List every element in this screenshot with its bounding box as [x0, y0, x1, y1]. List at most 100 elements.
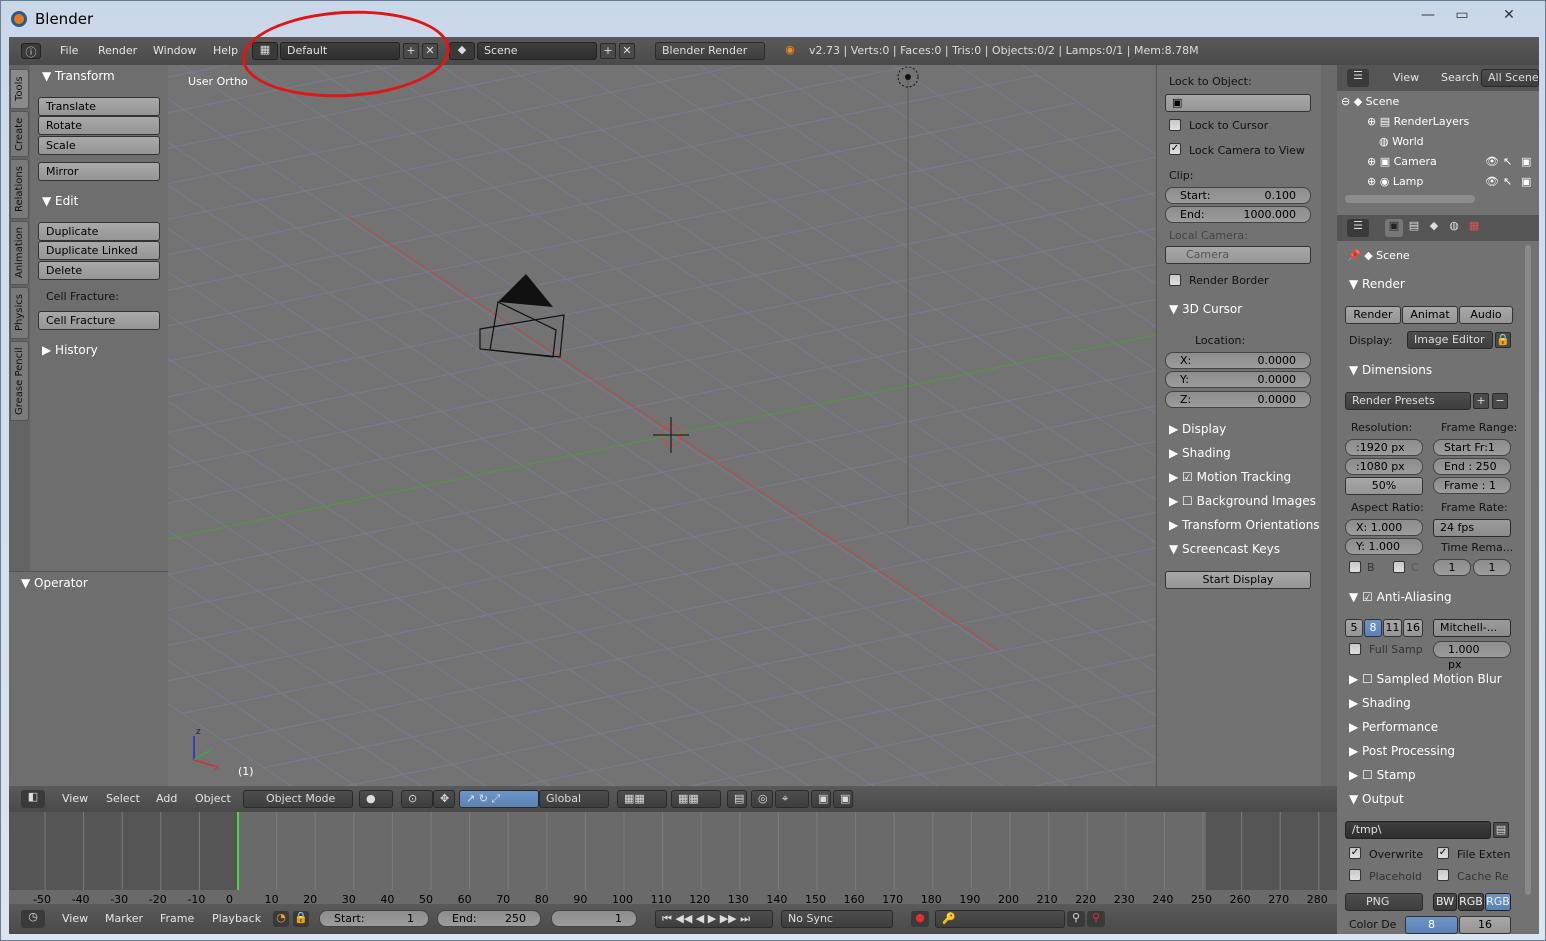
- post-processing-header[interactable]: ▶ Post Processing: [1349, 744, 1455, 758]
- outliner-lamp-row[interactable]: ⊕ ◉ Lamp: [1367, 175, 1423, 188]
- render-animation-icon[interactable]: ▣: [833, 790, 853, 808]
- timeline-menu-view[interactable]: View: [62, 912, 88, 925]
- delete-keyframe-icon[interactable]: ⚲: [1087, 911, 1105, 927]
- display-panel-header[interactable]: ▶ Display: [1169, 422, 1226, 436]
- lock-cursor-checkbox[interactable]: [1169, 119, 1181, 131]
- layers-group-2-icon[interactable]: ▦▦: [671, 790, 721, 808]
- outliner-editor-icon[interactable]: ☰: [1347, 69, 1369, 87]
- time-new-field[interactable]: 1: [1473, 559, 1511, 576]
- shading-props-header[interactable]: ▶ Shading: [1349, 696, 1411, 710]
- color-rgba-button[interactable]: RGB: [1485, 893, 1511, 911]
- maximize-button[interactable]: ▭: [1448, 5, 1476, 25]
- frame-step-field[interactable]: Frame : 1: [1433, 477, 1511, 494]
- timeline-area[interactable]: -50 -40 -30 -20 -10 0 10 20 30 40 50 60 70 80 90 100 110…: [9, 812, 1337, 906]
- scene-field[interactable]: Scene: [477, 42, 597, 60]
- aspect-x-field[interactable]: X: 1.000: [1345, 519, 1423, 536]
- snap-icon[interactable]: ⌖: [775, 790, 809, 808]
- scene-tab-icon[interactable]: ◆: [1425, 219, 1443, 237]
- view3d-menu-select[interactable]: Select: [106, 792, 140, 805]
- history-panel-header[interactable]: ▶ History: [42, 343, 98, 357]
- dimensions-panel-header[interactable]: ▼ Dimensions: [1349, 363, 1432, 377]
- aa-filter-select[interactable]: Mitchell-...: [1433, 619, 1511, 637]
- translate-button[interactable]: Translate: [38, 97, 160, 116]
- aa-samples-8[interactable]: 8: [1364, 619, 1382, 637]
- view3d-editor-icon[interactable]: ◧: [21, 790, 45, 808]
- output-path-field[interactable]: /tmp\: [1345, 821, 1491, 839]
- npanel-scrollbar[interactable]: [1321, 65, 1337, 786]
- outliner-search-menu[interactable]: Search: [1441, 71, 1479, 84]
- menu-window[interactable]: Window: [153, 44, 196, 57]
- edit-panel-header[interactable]: ▼ Edit: [42, 194, 78, 208]
- camera-select-icon[interactable]: ↖: [1503, 155, 1512, 168]
- camera-render-icon[interactable]: ▣: [1521, 155, 1531, 168]
- render-presets-select[interactable]: Render Presets: [1345, 392, 1471, 410]
- editor-type-icon[interactable]: ⓘ: [21, 43, 41, 59]
- scale-button[interactable]: Scale: [38, 136, 160, 155]
- insert-keyframe-icon[interactable]: ⚲: [1067, 911, 1085, 927]
- screencast-keys-header[interactable]: ▼ Screencast Keys: [1169, 542, 1280, 556]
- duplicate-linked-button[interactable]: Duplicate Linked: [38, 241, 160, 260]
- start-display-button[interactable]: Start Display: [1165, 571, 1311, 589]
- rotate-button[interactable]: Rotate: [38, 116, 160, 135]
- operator-panel-header[interactable]: ▼ Operator: [21, 576, 88, 590]
- render-preview-icon[interactable]: ▣: [811, 790, 831, 808]
- timeline-end-field[interactable]: End: 250: [437, 910, 541, 927]
- tab-physics[interactable]: Physics: [10, 287, 29, 339]
- aa-samples-11[interactable]: 11: [1383, 619, 1402, 637]
- start-frame-field[interactable]: Start Fr:1: [1433, 439, 1511, 456]
- outliner-scrollbar[interactable]: [1345, 195, 1475, 203]
- menu-help[interactable]: Help: [213, 44, 238, 57]
- timeline-menu-playback[interactable]: Playback: [212, 912, 261, 925]
- performance-header[interactable]: ▶ Performance: [1349, 720, 1438, 734]
- tab-tools[interactable]: Tools: [10, 69, 29, 109]
- preset-add-icon[interactable]: +: [1473, 393, 1489, 409]
- render-image-button[interactable]: Render: [1345, 306, 1401, 324]
- frame-rate-select[interactable]: 24 fps: [1433, 519, 1511, 537]
- render-audio-button[interactable]: Audio: [1459, 306, 1513, 324]
- mode-select[interactable]: Object Mode: [243, 790, 353, 808]
- proportional-edit-icon[interactable]: ◎: [751, 790, 773, 808]
- texture-tab-icon[interactable]: ▦: [1465, 219, 1483, 237]
- outliner-camera-row[interactable]: ⊕ ▣ Camera: [1367, 155, 1437, 168]
- menu-render[interactable]: Render: [98, 44, 137, 57]
- filter-size-field[interactable]: 1.000 px: [1433, 641, 1511, 671]
- motion-blur-header[interactable]: ▶ ☐ Sampled Motion Blur: [1349, 672, 1502, 686]
- timeline-editor-icon[interactable]: ◷: [21, 910, 45, 928]
- timeline-start-field[interactable]: Start: 1: [319, 910, 429, 927]
- placeholders-checkbox[interactable]: [1349, 869, 1361, 881]
- keying-set-field[interactable]: 🔑: [935, 910, 1065, 928]
- shading-panel-header[interactable]: ▶ Shading: [1169, 446, 1231, 460]
- color-depth-8-button[interactable]: 8: [1405, 916, 1458, 934]
- resolution-x-field[interactable]: :1920 px: [1345, 439, 1423, 456]
- 3d-cursor-icon[interactable]: [653, 417, 689, 453]
- output-header[interactable]: ▼ Output: [1349, 792, 1404, 806]
- output-browse-icon[interactable]: ▤: [1493, 822, 1509, 838]
- playback-controls[interactable]: ⏮ ◀◀ ◀ ▶ ▶▶ ⏭: [655, 910, 773, 928]
- file-extensions-checkbox[interactable]: ✓: [1437, 847, 1449, 859]
- outliner-world-row[interactable]: ◍ World: [1379, 135, 1424, 148]
- tab-grease-pencil[interactable]: Grease Pencil: [10, 341, 29, 421]
- lamp-select-icon[interactable]: ↖: [1503, 175, 1512, 188]
- anti-aliasing-header[interactable]: ▼ ☑ Anti-Aliasing: [1349, 590, 1452, 604]
- outliner-view-menu[interactable]: View: [1393, 71, 1419, 84]
- clip-end-field[interactable]: End: 1000.000: [1165, 206, 1311, 223]
- sync-select[interactable]: No Sync: [781, 910, 893, 928]
- render-border-checkbox[interactable]: [1169, 274, 1181, 286]
- tab-create[interactable]: Create: [10, 111, 29, 157]
- view3d-menu-view[interactable]: View: [62, 792, 88, 805]
- properties-scrollbar[interactable]: [1525, 245, 1531, 895]
- lamp-render-icon[interactable]: ▣: [1521, 175, 1531, 188]
- lamp-visibility-icon[interactable]: 👁: [1485, 175, 1499, 188]
- lock-range-icon[interactable]: 🔒: [293, 911, 309, 927]
- tab-animation[interactable]: Animation: [10, 221, 29, 285]
- transform-panel-header[interactable]: ▼ Transform: [42, 69, 115, 83]
- clip-start-field[interactable]: Start: 0.100: [1165, 187, 1311, 204]
- duplicate-button[interactable]: Duplicate: [38, 222, 160, 241]
- display-select[interactable]: Image Editor: [1407, 331, 1493, 349]
- preview-range-icon[interactable]: ◔: [273, 911, 289, 927]
- color-depth-16-button[interactable]: 16: [1459, 916, 1511, 934]
- layers-group-1-icon[interactable]: ▦▦: [617, 790, 667, 808]
- cell-fracture-button[interactable]: Cell Fracture: [38, 311, 160, 330]
- file-format-select[interactable]: PNG: [1345, 893, 1423, 911]
- time-old-field[interactable]: 1: [1433, 559, 1471, 576]
